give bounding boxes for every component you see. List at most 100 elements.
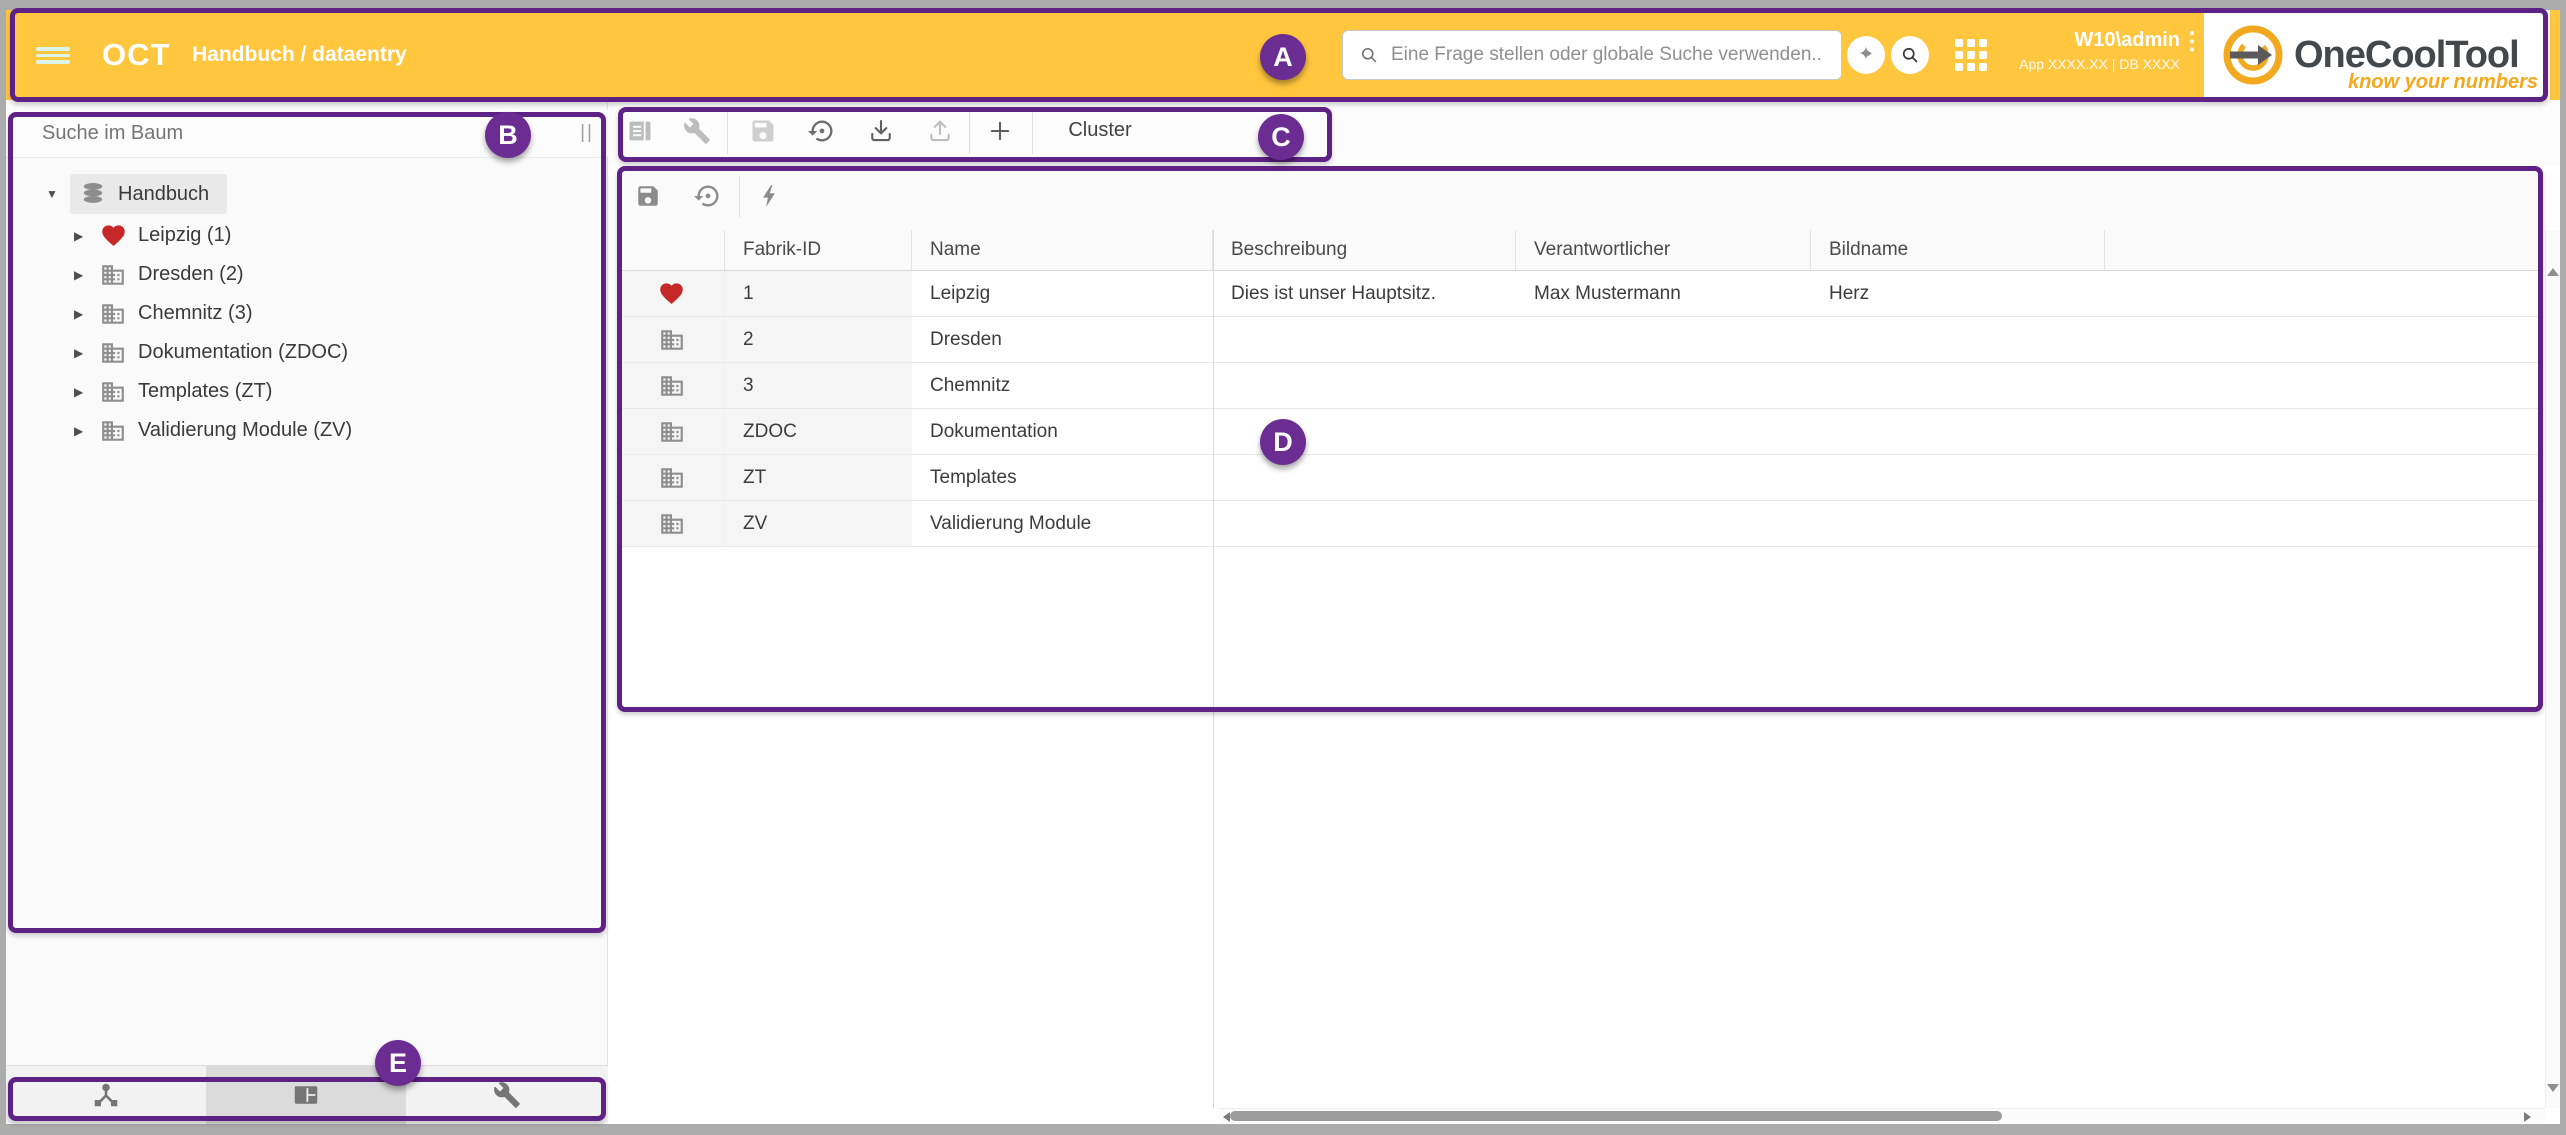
cell-verantwortlicher[interactable]: [1516, 501, 1811, 546]
tree-item[interactable]: ▶ Chemnitz (3): [6, 294, 608, 333]
cell-beschreibung[interactable]: [1213, 317, 1516, 362]
upload-icon: [926, 117, 954, 145]
main-toolbar: [609, 100, 2560, 166]
cell-bildname[interactable]: [1811, 317, 2105, 362]
tree-item[interactable]: ▶ Leipzig (1): [6, 216, 608, 255]
table-row[interactable]: 3 Chemnitz: [619, 363, 2541, 409]
tree-item-label: Templates (ZT): [138, 380, 272, 403]
edit-structure-button[interactable]: [683, 117, 711, 145]
tree-item-label: Dresden (2): [138, 263, 244, 286]
cell-fabrik-id[interactable]: ZT: [725, 455, 912, 500]
scroll-left-icon[interactable]: [1223, 1112, 1230, 1122]
table-row[interactable]: ZT Templates: [619, 455, 2541, 501]
breadcrumb: Handbuch / dataentry: [192, 10, 407, 100]
user-info[interactable]: W10\admin App XXXX.XX | DB XXXX: [2019, 27, 2180, 75]
cell-fabrik-id[interactable]: 3: [725, 363, 912, 408]
cell-verantwortlicher[interactable]: [1516, 317, 1811, 362]
cell-fabrik-id[interactable]: 1: [725, 271, 912, 316]
import-button[interactable]: [867, 117, 895, 145]
cell-fabrik-id[interactable]: 2: [725, 317, 912, 362]
ai-assistant-button[interactable]: ✦✦: [1847, 36, 1885, 74]
column-header[interactable]: Beschreibung: [1213, 230, 1516, 270]
caret-down-icon[interactable]: ▼: [46, 187, 70, 201]
toolbar-separator: [969, 110, 970, 154]
cell-name[interactable]: Validierung Module: [912, 501, 1213, 546]
caret-right-icon[interactable]: ▶: [74, 424, 98, 438]
scroll-down-icon[interactable]: [2547, 1084, 2559, 1092]
grid-actions-button[interactable]: [757, 183, 783, 209]
restore-button[interactable]: [808, 117, 836, 145]
annotation-label-b: B: [485, 112, 531, 158]
column-header[interactable]: Bildname: [1811, 230, 2105, 270]
vertical-scrollbar[interactable]: [2545, 230, 2560, 1108]
header-filler: [2105, 230, 2541, 270]
table-row[interactable]: 2 Dresden: [619, 317, 2541, 363]
column-header[interactable]: Verantwortlicher: [1516, 230, 1811, 270]
apps-grid-icon[interactable]: [1955, 39, 1987, 71]
resize-grip-icon[interactable]: ||: [580, 122, 594, 144]
tab-cluster[interactable]: Cluster: [1040, 103, 1160, 157]
table-row[interactable]: 1 Leipzig Dies ist unser Hauptsitz. Max …: [619, 271, 2541, 317]
cell-bildname[interactable]: [1811, 455, 2105, 500]
cell-name[interactable]: Chemnitz: [912, 363, 1213, 408]
cell-verantwortlicher[interactable]: Max Mustermann: [1516, 271, 1811, 316]
kebab-menu-icon[interactable]: ⋮: [2180, 29, 2204, 55]
grid-restore-button[interactable]: [694, 182, 722, 210]
add-tab-button[interactable]: [986, 117, 1014, 145]
cell-bildname[interactable]: [1811, 409, 2105, 454]
search-button[interactable]: [1891, 36, 1929, 74]
scroll-right-icon[interactable]: [2524, 1112, 2531, 1122]
cell-bildname[interactable]: Herz: [1811, 271, 2105, 316]
cell-verantwortlicher[interactable]: [1516, 409, 1811, 454]
caret-right-icon[interactable]: ▶: [74, 307, 98, 321]
cell-bildname[interactable]: [1811, 363, 2105, 408]
cell-beschreibung[interactable]: [1213, 455, 1516, 500]
cell-beschreibung[interactable]: [1213, 363, 1516, 408]
tree-root-handbuch[interactable]: ▼ Handbuch: [6, 172, 608, 216]
cell-fabrik-id[interactable]: ZDOC: [725, 409, 912, 454]
annotation-label-c: C: [1258, 114, 1304, 160]
table-row[interactable]: ZV Validierung Module: [619, 501, 2541, 547]
form-panel-button[interactable]: [626, 117, 654, 145]
horizontal-scrollbar-thumb[interactable]: [1230, 1111, 2002, 1121]
grid-save-button[interactable]: [635, 183, 661, 209]
tree-item[interactable]: ▶ Dokumentation (ZDOC): [6, 333, 608, 372]
cell-fabrik-id[interactable]: ZV: [725, 501, 912, 546]
table-row[interactable]: ZDOC Dokumentation: [619, 409, 2541, 455]
tree-view-tab[interactable]: [6, 1066, 206, 1124]
cell-name[interactable]: Dresden: [912, 317, 1213, 362]
cell-name[interactable]: Dokumentation: [912, 409, 1213, 454]
caret-right-icon[interactable]: ▶: [74, 229, 98, 243]
caret-right-icon[interactable]: ▶: [74, 346, 98, 360]
cell-beschreibung[interactable]: Dies ist unser Hauptsitz.: [1213, 271, 1516, 316]
tree-item[interactable]: ▶ Templates (ZT): [6, 372, 608, 411]
cell-filler: [2105, 455, 2541, 500]
cell-verantwortlicher[interactable]: [1516, 363, 1811, 408]
factory-icon: [98, 338, 128, 368]
settings-view-tab[interactable]: [406, 1066, 608, 1124]
caret-right-icon[interactable]: ▶: [74, 385, 98, 399]
caret-right-icon[interactable]: ▶: [74, 268, 98, 282]
app-title: OCT: [102, 10, 170, 100]
cell-name[interactable]: Templates: [912, 455, 1213, 500]
column-header[interactable]: Name: [912, 230, 1213, 270]
cell-name[interactable]: Leipzig: [912, 271, 1213, 316]
save-button[interactable]: [749, 117, 777, 145]
tree-item-label: Chemnitz (3): [138, 302, 252, 325]
tree-item[interactable]: ▶ Validierung Module (ZV): [6, 411, 608, 450]
tree-root-selected[interactable]: Handbuch: [70, 174, 227, 214]
global-search-input[interactable]: Eine Frage stellen oder globale Suche ve…: [1342, 30, 1842, 80]
download-icon: [867, 117, 895, 145]
logo: OneCoolTool know your numbers: [2204, 10, 2550, 100]
cell-bildname[interactable]: [1811, 501, 2105, 546]
cell-beschreibung[interactable]: [1213, 501, 1516, 546]
table-view-tab[interactable]: [206, 1066, 406, 1124]
column-header[interactable]: Fabrik-ID: [725, 230, 912, 270]
cell-beschreibung[interactable]: [1213, 409, 1516, 454]
tree-item[interactable]: ▶ Dresden (2): [6, 255, 608, 294]
export-button[interactable]: [926, 117, 954, 145]
cell-verantwortlicher[interactable]: [1516, 455, 1811, 500]
wrench-icon: [683, 117, 711, 145]
scroll-up-icon[interactable]: [2547, 268, 2559, 276]
hamburger-menu-icon[interactable]: [36, 47, 70, 64]
